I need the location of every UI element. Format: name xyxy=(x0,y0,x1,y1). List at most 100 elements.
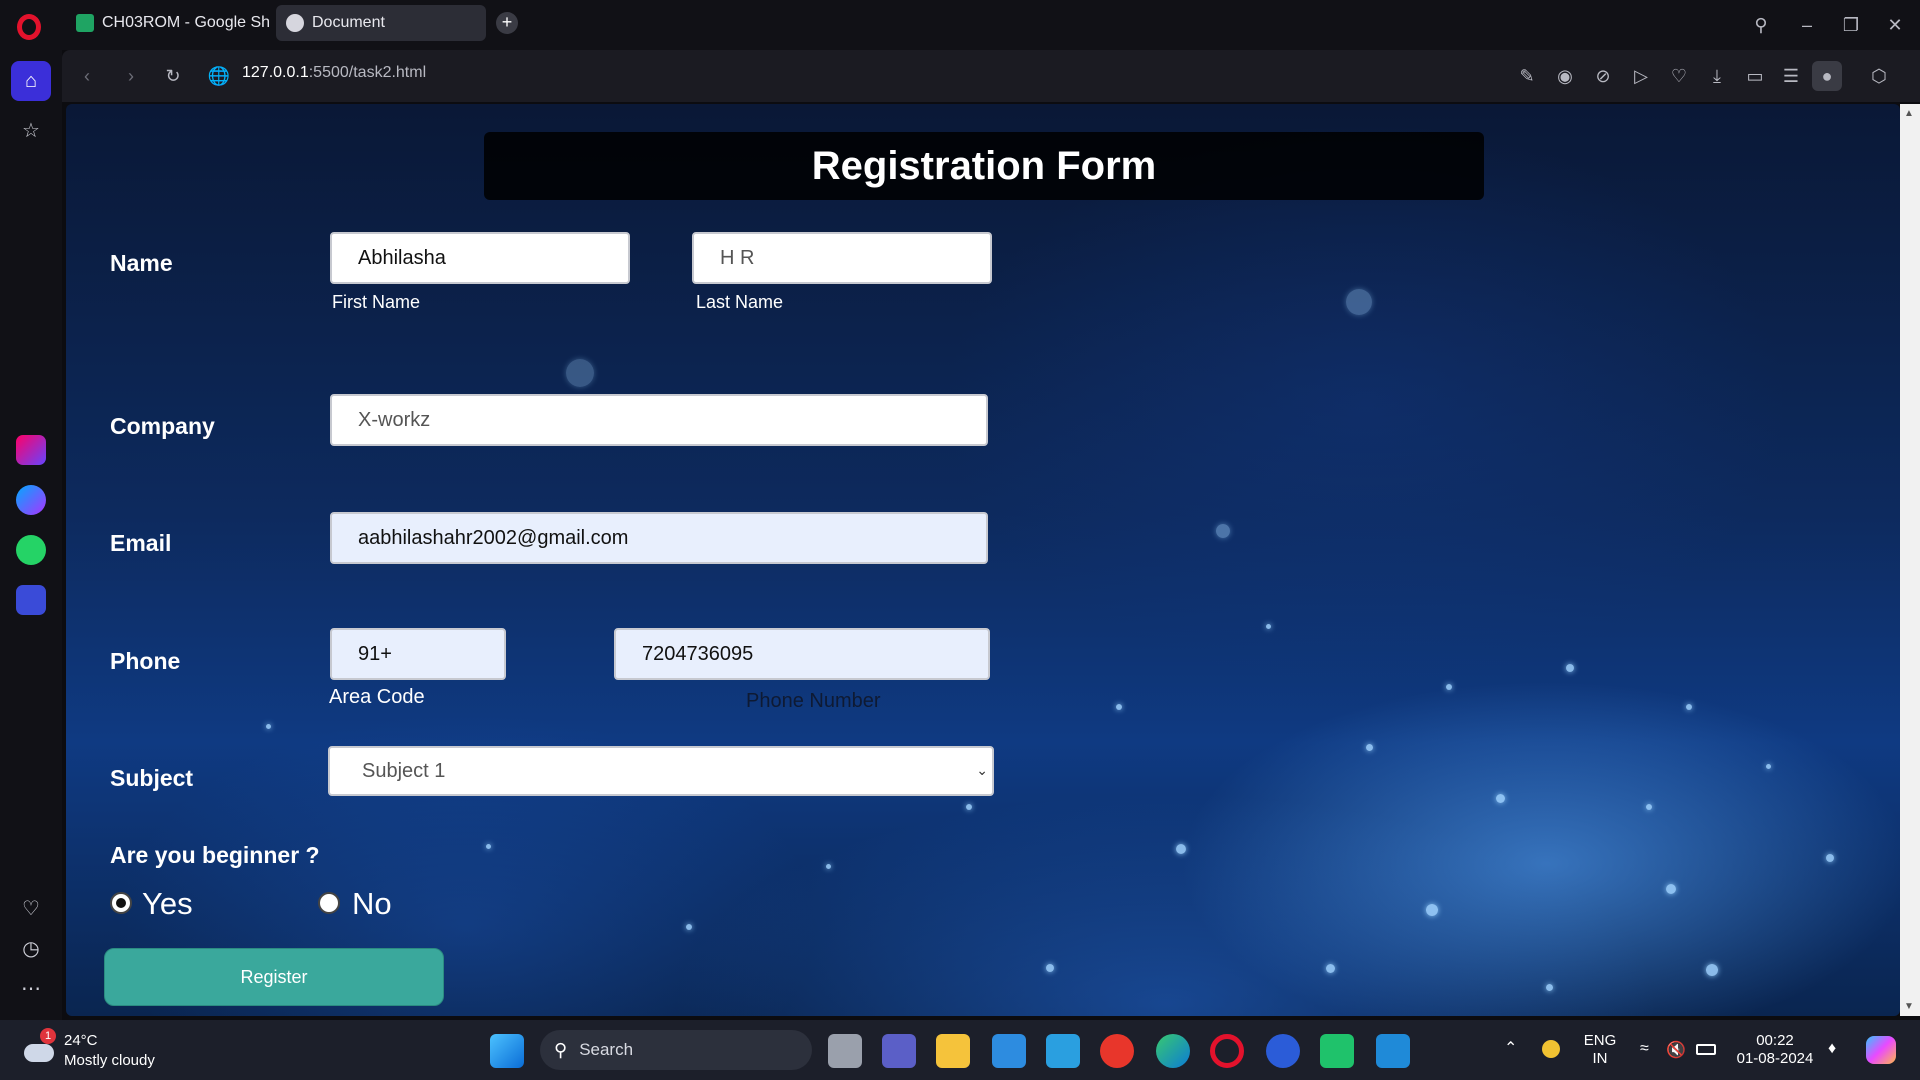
wifi-icon[interactable]: ≈ xyxy=(1640,1040,1649,1058)
google-sheets-icon xyxy=(76,14,94,32)
weather-widget[interactable]: 1 24°C Mostly cloudy xyxy=(20,1028,180,1074)
home-icon[interactable]: ⌂ xyxy=(11,61,51,101)
heart-icon[interactable]: ♡ xyxy=(11,888,51,928)
weather-badge: 1 xyxy=(40,1028,56,1044)
beginner-question: Are you beginner ? xyxy=(110,842,320,868)
clock-date: 01-08-2024 xyxy=(1736,1050,1814,1067)
radio-no-label: No xyxy=(352,886,392,921)
tab-sheets[interactable]: CH03ROM - Google Sheet xyxy=(66,5,270,41)
more-icon[interactable]: ⋯ xyxy=(11,968,51,1008)
company-label: Company xyxy=(110,413,215,439)
language-code: ENG xyxy=(1583,1032,1617,1049)
task-view-icon[interactable] xyxy=(828,1034,862,1068)
clock-time: 00:22 xyxy=(1756,1032,1794,1049)
norton-icon[interactable] xyxy=(1542,1040,1560,1058)
weather-desc: Mostly cloudy xyxy=(64,1052,155,1069)
opera-logo-icon[interactable] xyxy=(17,14,41,40)
region-code: IN xyxy=(1592,1050,1608,1067)
globe-icon xyxy=(286,14,304,32)
search-tabs-icon[interactable]: ⚲ xyxy=(1746,10,1776,40)
url-field[interactable]: 127.0.0.1:5500/task2.html xyxy=(242,64,426,88)
email-label: Email xyxy=(110,530,172,556)
register-button[interactable]: Register xyxy=(104,948,444,1006)
phone-number-input[interactable]: 7204736095 xyxy=(614,628,990,680)
opera-taskbar-icon[interactable] xyxy=(1210,1034,1244,1068)
notification-bell-icon[interactable]: ♦ xyxy=(1828,1040,1836,1058)
phone-number-caption: Phone Number xyxy=(746,690,881,712)
last-name-input[interactable]: H R xyxy=(692,232,992,284)
weather-temp: 24°C xyxy=(64,1032,98,1049)
new-tab-button[interactable]: + xyxy=(496,12,518,34)
tab-document[interactable]: Document xyxy=(276,5,486,41)
site-info-icon[interactable]: 🌐 xyxy=(204,61,234,91)
scroll-up-arrow[interactable]: ▲ xyxy=(1904,108,1914,119)
subject-selected-value: Subject 1 xyxy=(362,759,446,782)
remote-desktop-icon[interactable] xyxy=(1046,1034,1080,1068)
search-label: Search xyxy=(579,1040,634,1059)
first-name-caption: First Name xyxy=(332,292,421,312)
mail-icon[interactable] xyxy=(992,1034,1026,1068)
first-name-input[interactable]: Abhilasha xyxy=(330,232,630,284)
easy-setup-icon[interactable]: ☰ xyxy=(1776,61,1806,91)
pycharm-icon[interactable] xyxy=(1320,1034,1354,1068)
windows-start-icon[interactable] xyxy=(490,1034,524,1068)
search-icon: ⚲ xyxy=(554,1039,568,1060)
tab-document-label: Document xyxy=(312,14,385,31)
reload-icon[interactable]: ↻ xyxy=(158,61,188,91)
whatsapp-icon[interactable] xyxy=(11,530,51,570)
forward-icon[interactable]: › xyxy=(116,61,146,91)
page-scrollbar[interactable]: ▲ ▼ xyxy=(1900,104,1920,1016)
teams-icon[interactable] xyxy=(882,1034,916,1068)
url-path: :5500/task2.html xyxy=(308,64,427,81)
scroll-down-arrow[interactable]: ▼ xyxy=(1904,1001,1914,1012)
page-title: Registration Form xyxy=(811,143,1157,188)
camera-icon[interactable]: ◉ xyxy=(1550,61,1580,91)
company-input[interactable]: X-workz xyxy=(330,394,988,446)
last-name-caption: Last Name xyxy=(696,292,784,312)
edge-icon[interactable] xyxy=(1156,1034,1190,1068)
word-icon[interactable] xyxy=(1266,1034,1300,1068)
extensions-icon[interactable]: ⬡ xyxy=(1864,61,1894,91)
favorites-icon[interactable]: ♡ xyxy=(1664,61,1694,91)
edit-icon[interactable]: ✎ xyxy=(1512,61,1542,91)
aria-icon[interactable] xyxy=(11,430,51,470)
taskbar-search[interactable]: ⚲ Search xyxy=(540,1030,812,1070)
name-label: Name xyxy=(110,250,173,276)
play-icon[interactable]: ▷ xyxy=(1626,61,1656,91)
close-icon[interactable]: ✕ xyxy=(1880,10,1910,40)
area-code-caption: Area Code xyxy=(329,686,425,708)
download-icon[interactable]: ⤓ xyxy=(1702,61,1732,91)
vscode-icon[interactable] xyxy=(1376,1034,1410,1068)
star-icon[interactable]: ☆ xyxy=(11,110,51,150)
volume-muted-icon[interactable]: 🔇 xyxy=(1666,1040,1686,1060)
tab-sheets-label: CH03ROM - Google Sheet xyxy=(102,14,270,31)
subject-select[interactable]: Subject 1 ⌄ xyxy=(328,746,994,796)
back-icon[interactable]: ‹ xyxy=(72,61,102,91)
chevron-down-icon: ⌄ xyxy=(976,762,988,778)
radio-yes[interactable] xyxy=(110,892,132,914)
subject-label: Subject xyxy=(110,765,194,791)
minimize-icon[interactable]: – xyxy=(1792,10,1822,40)
area-code-input[interactable]: 91+ xyxy=(330,628,506,680)
adblock-icon[interactable]: ⊘ xyxy=(1588,61,1618,91)
form-header: Registration Form xyxy=(484,132,1484,200)
phone-label: Phone xyxy=(110,648,181,674)
battery-icon[interactable] xyxy=(1696,1044,1716,1055)
radio-yes-label: Yes xyxy=(142,886,193,921)
wps-office-icon[interactable] xyxy=(1100,1034,1134,1068)
battery-saver-icon[interactable]: ▭ xyxy=(1740,61,1770,91)
url-host: 127.0.0.1 xyxy=(242,64,309,81)
file-explorer-icon[interactable] xyxy=(936,1034,970,1068)
cloud-icon xyxy=(24,1044,54,1062)
player-icon[interactable] xyxy=(11,580,51,620)
chevron-up-icon[interactable]: ⌃ xyxy=(1504,1038,1517,1058)
maximize-icon[interactable]: ❐ xyxy=(1836,10,1866,40)
clock[interactable]: 00:22 01-08-2024 xyxy=(1730,1032,1820,1068)
language-indicator[interactable]: ENG IN xyxy=(1580,1032,1620,1068)
messenger-icon[interactable] xyxy=(11,480,51,520)
history-icon[interactable]: ◷ xyxy=(11,928,51,968)
email-input[interactable]: aabhilashahr2002@gmail.com xyxy=(330,512,988,564)
profile-icon[interactable]: ● xyxy=(1812,61,1842,91)
copilot-icon[interactable] xyxy=(1866,1036,1896,1064)
radio-no[interactable] xyxy=(318,892,340,914)
